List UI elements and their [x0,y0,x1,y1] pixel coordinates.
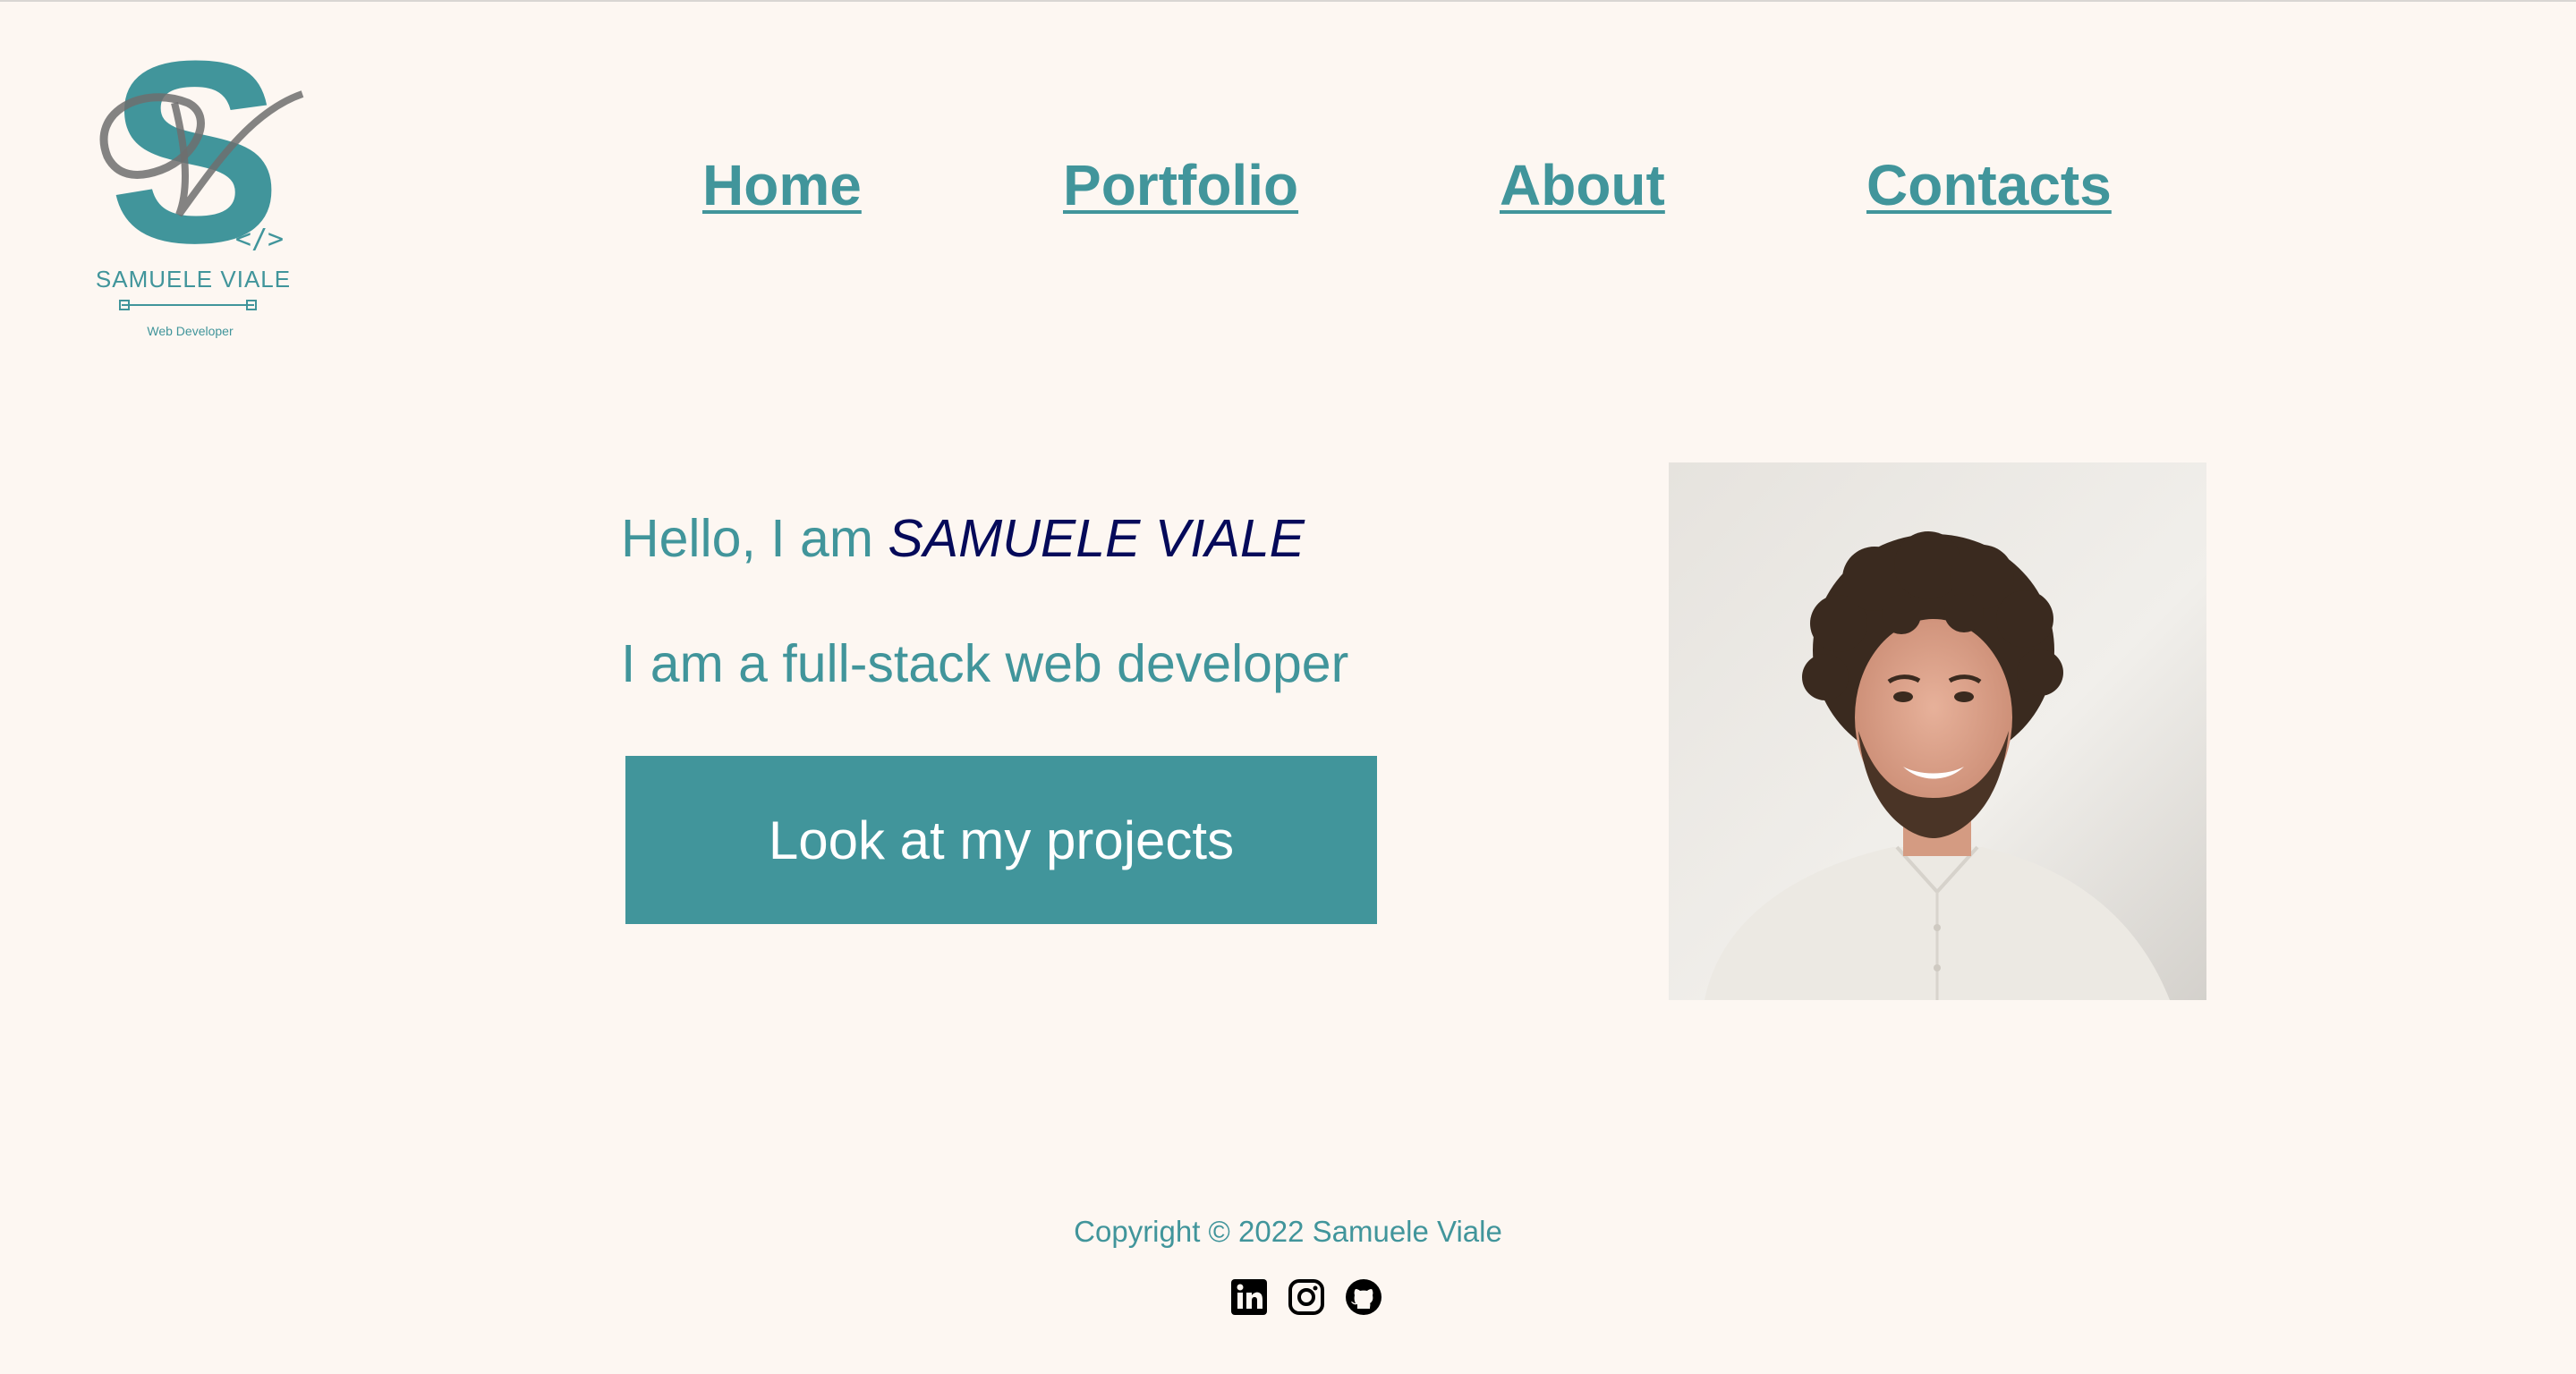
instagram-icon[interactable] [1287,1277,1326,1317]
logo-monogram: S </> [99,49,304,264]
nav-home[interactable]: Home [702,152,862,218]
view-projects-button[interactable]: Look at my projects [625,756,1377,924]
nav-portfolio[interactable]: Portfolio [1063,152,1298,218]
hero-greeting: Hello, I am SAMUELE VIALE [621,508,1305,569]
logo-divider [119,300,257,310]
logo-subtitle: Web Developer [147,324,234,338]
profile-photo [1669,462,2206,1000]
github-icon[interactable] [1344,1277,1383,1317]
code-brackets-icon: </> [235,224,284,255]
hero-tagline: I am a full-stack web developer [621,634,1349,693]
nav-contacts[interactable]: Contacts [1866,152,2112,218]
hero-name: SAMUELE VIALE [888,509,1305,568]
site-logo[interactable]: S </> SAMUELE VIALE Web Developer [89,49,313,344]
svg-text:</>: </> [235,224,284,255]
linkedin-icon[interactable] [1229,1277,1269,1317]
greeting-prefix: Hello, I am [621,509,888,568]
top-divider [0,0,2576,2]
nav-about[interactable]: About [1500,152,1665,218]
logo-name: SAMUELE VIALE [95,266,292,293]
copyright-text: Copyright © 2022 Samuele Viale [1074,1215,1502,1248]
